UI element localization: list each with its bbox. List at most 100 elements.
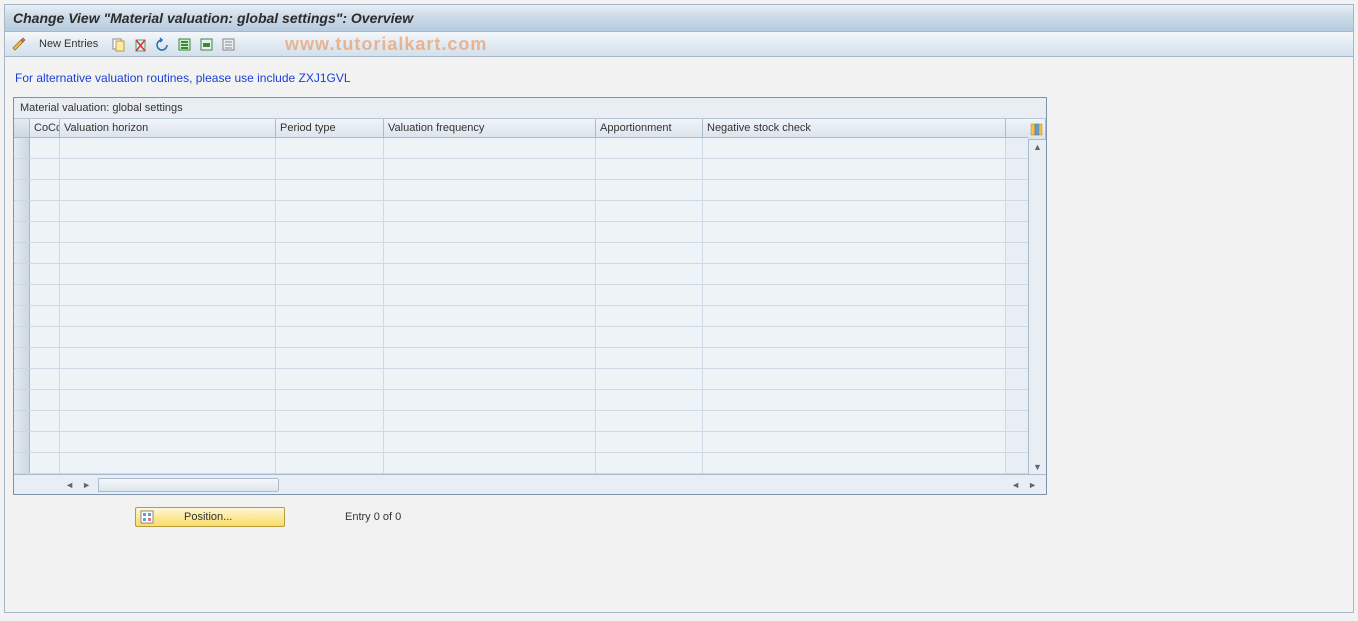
cell-negative-stock-check[interactable]	[703, 390, 1006, 410]
cell-period-type[interactable]	[276, 243, 384, 263]
cell-period-type[interactable]	[276, 453, 384, 473]
cell-valuation-horizon[interactable]	[60, 222, 276, 242]
cell-valuation-frequency[interactable]	[384, 327, 596, 347]
row-selector[interactable]	[14, 180, 30, 200]
cell-valuation-horizon[interactable]	[60, 369, 276, 389]
cell-period-type[interactable]	[276, 159, 384, 179]
cell-apportionment[interactable]	[596, 411, 703, 431]
cell-negative-stock-check[interactable]	[703, 369, 1006, 389]
cell-apportionment[interactable]	[596, 201, 703, 221]
row-selector[interactable]	[14, 390, 30, 410]
cell-negative-stock-check[interactable]	[703, 264, 1006, 284]
row-selector[interactable]	[14, 432, 30, 452]
scroll-up-icon[interactable]: ▲	[1031, 140, 1044, 154]
table-row[interactable]	[14, 390, 1028, 411]
table-row[interactable]	[14, 222, 1028, 243]
configure-columns-icon[interactable]	[1028, 119, 1046, 140]
cell-valuation-frequency[interactable]	[384, 369, 596, 389]
vertical-scrollbar[interactable]: ▲ ▼	[1028, 140, 1046, 474]
scroll-right-end-icon[interactable]: ►	[1025, 480, 1040, 490]
cell-valuation-frequency[interactable]	[384, 453, 596, 473]
cell-apportionment[interactable]	[596, 285, 703, 305]
table-row[interactable]	[14, 201, 1028, 222]
column-negative-stock-check[interactable]: Negative stock check	[703, 119, 1006, 137]
table-row[interactable]	[14, 411, 1028, 432]
column-period-type[interactable]: Period type	[276, 119, 384, 137]
cell-period-type[interactable]	[276, 201, 384, 221]
table-row[interactable]	[14, 138, 1028, 159]
cell-valuation-horizon[interactable]	[60, 453, 276, 473]
cell-negative-stock-check[interactable]	[703, 243, 1006, 263]
column-cocd[interactable]: CoCd	[30, 119, 60, 137]
row-selector[interactable]	[14, 369, 30, 389]
table-row[interactable]	[14, 159, 1028, 180]
column-valuation-horizon[interactable]: Valuation horizon	[60, 119, 276, 137]
toggle-change-icon[interactable]	[11, 36, 27, 52]
cell-negative-stock-check[interactable]	[703, 159, 1006, 179]
cell-valuation-frequency[interactable]	[384, 348, 596, 368]
cell-cocd[interactable]	[30, 348, 60, 368]
cell-cocd[interactable]	[30, 159, 60, 179]
cell-period-type[interactable]	[276, 306, 384, 326]
cell-period-type[interactable]	[276, 369, 384, 389]
table-row[interactable]	[14, 348, 1028, 369]
scroll-right-icon[interactable]: ►	[79, 480, 94, 490]
cell-negative-stock-check[interactable]	[703, 453, 1006, 473]
cell-valuation-horizon[interactable]	[60, 201, 276, 221]
row-selector[interactable]	[14, 201, 30, 221]
cell-negative-stock-check[interactable]	[703, 201, 1006, 221]
table-row[interactable]	[14, 264, 1028, 285]
cell-cocd[interactable]	[30, 138, 60, 158]
cell-cocd[interactable]	[30, 411, 60, 431]
cell-cocd[interactable]	[30, 222, 60, 242]
cell-valuation-horizon[interactable]	[60, 264, 276, 284]
cell-cocd[interactable]	[30, 285, 60, 305]
cell-period-type[interactable]	[276, 264, 384, 284]
row-selector[interactable]	[14, 348, 30, 368]
cell-valuation-frequency[interactable]	[384, 306, 596, 326]
cell-valuation-horizon[interactable]	[60, 432, 276, 452]
select-all-icon[interactable]	[176, 36, 192, 52]
cell-cocd[interactable]	[30, 264, 60, 284]
table-row[interactable]	[14, 453, 1028, 474]
cell-negative-stock-check[interactable]	[703, 222, 1006, 242]
cell-valuation-horizon[interactable]	[60, 138, 276, 158]
row-selector[interactable]	[14, 453, 30, 473]
cell-period-type[interactable]	[276, 222, 384, 242]
cell-valuation-frequency[interactable]	[384, 411, 596, 431]
cell-valuation-horizon[interactable]	[60, 285, 276, 305]
cell-valuation-frequency[interactable]	[384, 264, 596, 284]
cell-apportionment[interactable]	[596, 138, 703, 158]
cell-valuation-frequency[interactable]	[384, 432, 596, 452]
row-selector[interactable]	[14, 264, 30, 284]
row-selector[interactable]	[14, 306, 30, 326]
cell-apportionment[interactable]	[596, 264, 703, 284]
cell-cocd[interactable]	[30, 453, 60, 473]
cell-negative-stock-check[interactable]	[703, 348, 1006, 368]
cell-period-type[interactable]	[276, 327, 384, 347]
column-selector[interactable]	[14, 119, 30, 137]
cell-negative-stock-check[interactable]	[703, 432, 1006, 452]
cell-cocd[interactable]	[30, 327, 60, 347]
row-selector[interactable]	[14, 222, 30, 242]
cell-cocd[interactable]	[30, 390, 60, 410]
cell-valuation-frequency[interactable]	[384, 201, 596, 221]
cell-valuation-horizon[interactable]	[60, 159, 276, 179]
cell-apportionment[interactable]	[596, 327, 703, 347]
cell-valuation-horizon[interactable]	[60, 348, 276, 368]
cell-apportionment[interactable]	[596, 159, 703, 179]
table-row[interactable]	[14, 285, 1028, 306]
cell-valuation-horizon[interactable]	[60, 390, 276, 410]
new-entries-button[interactable]: New Entries	[33, 36, 104, 52]
column-apportionment[interactable]: Apportionment	[596, 119, 703, 137]
row-selector[interactable]	[14, 411, 30, 431]
cell-valuation-horizon[interactable]	[60, 327, 276, 347]
cell-valuation-frequency[interactable]	[384, 159, 596, 179]
cell-cocd[interactable]	[30, 369, 60, 389]
cell-apportionment[interactable]	[596, 180, 703, 200]
table-row[interactable]	[14, 306, 1028, 327]
row-selector[interactable]	[14, 138, 30, 158]
cell-apportionment[interactable]	[596, 222, 703, 242]
cell-valuation-frequency[interactable]	[384, 138, 596, 158]
cell-period-type[interactable]	[276, 180, 384, 200]
